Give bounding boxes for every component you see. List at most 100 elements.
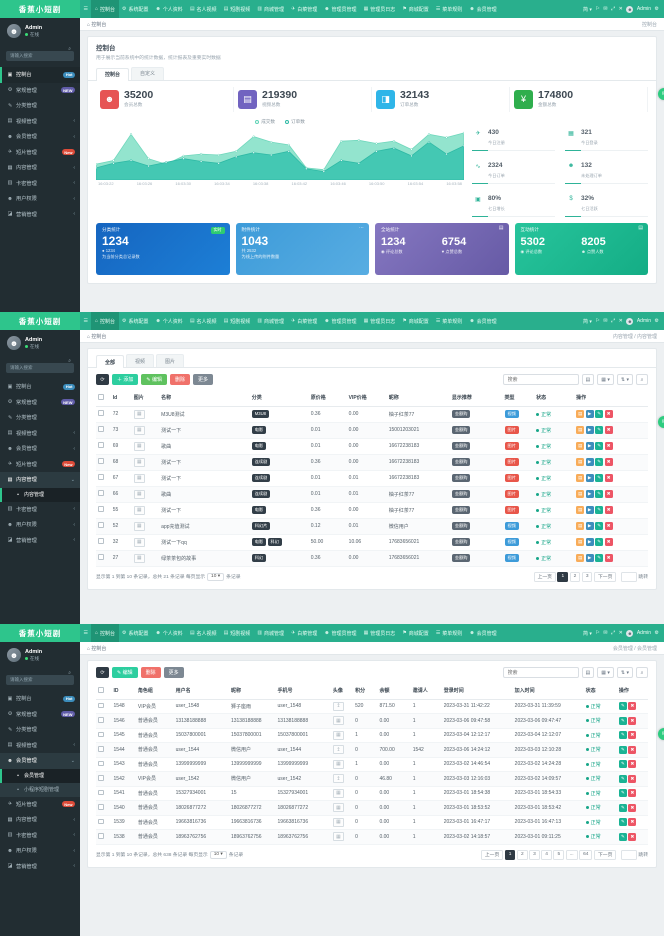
sidebar-item[interactable]: ▪内容管理 xyxy=(0,488,80,502)
delete-action-button[interactable]: ✖ xyxy=(628,731,636,739)
edit-action-button[interactable]: ✎ xyxy=(619,731,627,739)
avatar[interactable]: ☻ xyxy=(626,6,633,13)
column-header[interactable]: 名称 xyxy=(159,390,250,406)
avatar[interactable]: ☻ xyxy=(626,318,633,325)
delete-action-button[interactable]: ✖ xyxy=(628,804,636,812)
table-row[interactable]: 52 ▦ app充值测试 科幻片 0.12 0.01 微信用户 金额购 视频 正… xyxy=(96,518,648,534)
table-row[interactable]: 1543 普通会员 13999999999 13999999999 139999… xyxy=(96,757,648,772)
nav-item[interactable]: ☻管理员管理 xyxy=(321,624,360,642)
page-size-select[interactable]: 10 ▾ xyxy=(207,573,224,581)
column-header[interactable]: 分类 xyxy=(250,390,309,406)
play-action-button[interactable]: ▶ xyxy=(586,458,594,466)
table-row[interactable]: 66 ▦ 歌曲 连续剧 0.01 0.01 柚子红茶77 金额购 图片 正常 xyxy=(96,486,648,502)
play-action-button[interactable]: ▶ xyxy=(586,410,594,418)
column-header[interactable]: 用户名 xyxy=(174,683,229,699)
tab[interactable]: 全部 xyxy=(96,355,124,368)
sidebar-item[interactable]: ✈短片管理New xyxy=(0,797,80,813)
nav-item[interactable]: ☻会员管理 xyxy=(466,0,500,18)
user-avatar[interactable]: ☻ xyxy=(7,24,21,38)
sidebar-item[interactable]: ▥卡密管理‹ xyxy=(0,828,80,844)
page-button[interactable]: 5 xyxy=(553,850,564,860)
delete-action-button[interactable]: ✖ xyxy=(605,474,613,482)
row-checkbox[interactable] xyxy=(98,522,104,528)
sidebar-item[interactable]: ▥卡密管理‹ xyxy=(0,502,80,518)
edit-action-button[interactable]: ✎ xyxy=(595,474,603,482)
nav-item[interactable]: ✈白菜管理 xyxy=(288,312,321,330)
table-row[interactable]: 67 ▦ 测试一下 连续剧 0.01 0.01 16672238183 金额购 … xyxy=(96,470,648,486)
play-action-button[interactable]: ▶ xyxy=(586,506,594,514)
card-menu-icon[interactable]: ▤ xyxy=(638,225,643,231)
delete-action-button[interactable]: ✖ xyxy=(605,426,613,434)
page-button[interactable]: ... xyxy=(566,850,578,860)
nav-item[interactable]: ☻个人资料 xyxy=(152,624,186,642)
nav-item[interactable]: ☻会员管理 xyxy=(466,624,500,642)
play-action-button[interactable]: ▶ xyxy=(586,490,594,498)
close-icon[interactable]: ✕ xyxy=(619,630,623,636)
row-checkbox[interactable] xyxy=(98,761,104,767)
table-row[interactable]: 72 ▦ M3U8测试 M3U8 0.36 0.00 柚子红茶77 金额购 视频… xyxy=(96,406,648,422)
sidebar-search-input[interactable] xyxy=(6,363,74,373)
thumbnail-icon[interactable]: ▦ xyxy=(134,490,145,499)
sidebar-item[interactable]: ◪营销管理‹ xyxy=(0,859,80,875)
row-checkbox[interactable] xyxy=(98,717,104,723)
sidebar-item[interactable]: ⚙常规管理NEW xyxy=(0,83,80,99)
edit-action-button[interactable]: ✎ xyxy=(595,442,603,450)
sidebar-item[interactable]: ▤视频管理‹ xyxy=(0,426,80,442)
edit-action-button[interactable]: ✎ xyxy=(595,506,603,514)
preview-action-button[interactable]: ▤ xyxy=(576,554,584,562)
delete-action-button[interactable]: ✖ xyxy=(628,775,636,783)
sidebar-item[interactable]: ◪营销管理‹ xyxy=(0,207,80,223)
nav-item[interactable]: ▦管理员日志 xyxy=(360,0,399,18)
play-action-button[interactable]: ▶ xyxy=(586,442,594,450)
preview-action-button[interactable]: ▤ xyxy=(576,442,584,450)
sidebar-item[interactable]: ▥卡密管理‹ xyxy=(0,176,80,192)
edit-button[interactable]: ✎ 编辑 xyxy=(112,667,138,678)
table-row[interactable]: 1548 VIP会员 user_1548 狮子座雨 user_1548 ↥ 52… xyxy=(96,699,648,714)
avatar[interactable]: ☻ xyxy=(626,630,633,637)
row-checkbox[interactable] xyxy=(98,458,104,464)
nav-item[interactable]: ☻会员管理 xyxy=(466,312,500,330)
row-checkbox[interactable] xyxy=(98,442,104,448)
row-checkbox[interactable] xyxy=(98,746,104,752)
refresh-button[interactable]: ⟳ xyxy=(96,667,109,678)
play-action-button[interactable]: ▶ xyxy=(586,522,594,530)
nav-item[interactable]: ⚑商城配置 xyxy=(399,624,433,642)
edit-action-button[interactable]: ✎ xyxy=(619,775,627,783)
table-row[interactable]: 1542 VIP会员 user_1542 微信用户 user_1542 ↥ 0 … xyxy=(96,772,648,787)
row-checkbox[interactable] xyxy=(98,506,104,512)
table-row[interactable]: 1545 普通会员 15037800001 15037800001 150378… xyxy=(96,728,648,743)
thumbnail-icon[interactable]: ▦ xyxy=(134,554,145,563)
nav-item[interactable]: ☰菜单规则 xyxy=(432,624,466,642)
export-button[interactable]: ⇅ ▾ xyxy=(617,374,633,385)
column-header[interactable]: 手机号 xyxy=(276,683,331,699)
edit-action-button[interactable]: ✎ xyxy=(619,702,627,710)
delete-action-button[interactable]: ✖ xyxy=(628,717,636,725)
table-search-input[interactable] xyxy=(503,374,579,385)
delete-action-button[interactable]: ✖ xyxy=(628,760,636,768)
edit-action-button[interactable]: ✎ xyxy=(595,410,603,418)
edit-action-button[interactable]: ✎ xyxy=(619,746,627,754)
page-button[interactable]: 上一页 xyxy=(481,850,503,860)
add-button[interactable]: ＋ 添加 xyxy=(112,374,138,385)
avatar-icon[interactable]: ▦ xyxy=(333,731,344,740)
column-header[interactable]: 积分 xyxy=(353,683,377,699)
delete-action-button[interactable]: ✖ xyxy=(605,442,613,450)
sidebar-item[interactable]: ☻会员管理‹ xyxy=(0,129,80,145)
edit-action-button[interactable]: ✎ xyxy=(619,833,627,841)
sidebar-item[interactable]: ▣控制台Hot xyxy=(0,379,80,395)
user-avatar[interactable]: ☻ xyxy=(7,336,21,350)
column-header[interactable]: 原价格 xyxy=(309,390,347,406)
delete-action-button[interactable]: ✖ xyxy=(628,818,636,826)
column-header[interactable]: 状态 xyxy=(584,683,617,699)
column-header[interactable]: 显示推荐 xyxy=(450,390,503,406)
row-checkbox[interactable] xyxy=(98,410,104,416)
username[interactable]: Admin xyxy=(637,6,651,12)
delete-action-button[interactable]: ✖ xyxy=(628,833,636,841)
nav-item[interactable]: ▤名人视频 xyxy=(186,0,220,18)
language-dropdown[interactable]: 简 ▾ xyxy=(583,630,592,637)
fullscreen-icon[interactable]: ⤢ xyxy=(611,6,615,12)
sidebar-item[interactable]: ▪小程序短剧管理 xyxy=(0,783,80,797)
edit-action-button[interactable]: ✎ xyxy=(595,426,603,434)
nav-item[interactable]: ▥商城管理 xyxy=(254,312,288,330)
row-checkbox[interactable] xyxy=(98,426,104,432)
